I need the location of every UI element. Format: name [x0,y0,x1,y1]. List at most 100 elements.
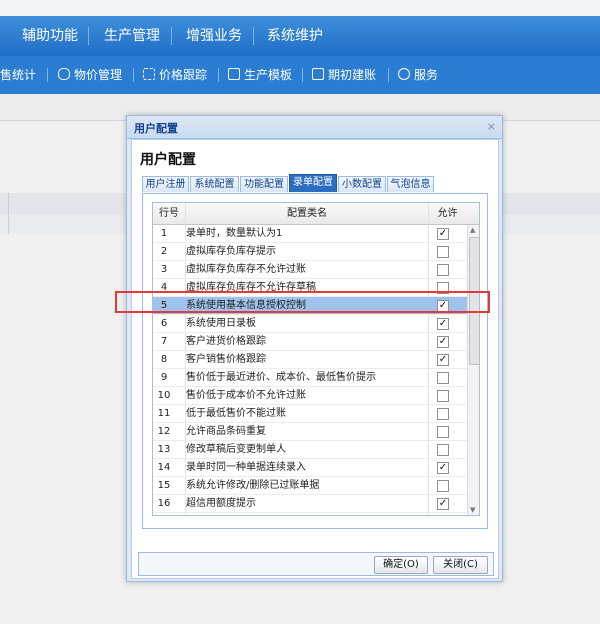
grid-header: 行号 配置类名 允许 [153,203,479,225]
row-number: 13 [157,444,171,455]
toolbar-price-mgmt[interactable]: 物价管理 [58,56,122,94]
table-row[interactable]: 1 录单时，数量默认为1 ✓ [153,225,467,243]
allow-checkbox[interactable] [437,372,449,384]
row-config-name: 客户进货价格跟踪 [186,336,266,347]
row-number: 8 [160,354,168,365]
allow-checkbox[interactable]: ✓ [437,498,449,510]
allow-checkbox[interactable] [437,480,449,492]
grid-rows: 1 录单时，数量默认为1 ✓ 2 虚拟库存负库存提示 3 虚拟库存负库存不允许过账 4 虚拟库存… [153,225,467,515]
table-row[interactable]: 8 客户销售价格跟踪 ✓ [153,351,467,369]
toolbar-service[interactable]: 服务 [398,56,438,94]
table-row[interactable]: 9 售价低于最近进价、成本价、最低售价提示 [153,369,467,387]
allow-checkbox-cell [429,405,459,422]
toolbar-label: 价格跟踪 [159,68,208,82]
grid-scrollbar[interactable]: ▲ ▼ [467,225,479,515]
annotation-highlight-box [115,291,490,313]
row-config-name: 售价低于最近进价、成本价、最低售价提示 [186,372,376,383]
toolbar-label: 售统计 [0,68,37,82]
allow-checkbox[interactable]: ✓ [437,228,449,240]
row-config-name: 虚拟库存负库存提示 [186,246,276,257]
table-row[interactable]: 14 录单时同一种单据连续录入 ✓ [153,459,467,477]
allow-checkbox-cell [429,261,459,278]
close-icon[interactable]: × [487,120,496,133]
allow-checkbox-cell: ✓ [429,225,459,242]
table-row[interactable]: 13 修改草稿后变更制单人 [153,441,467,459]
table-row[interactable]: 7 客户进货价格跟踪 ✓ [153,333,467,351]
toolbar-divider [218,68,219,82]
allow-checkbox[interactable] [437,264,449,276]
scroll-up-icon[interactable]: ▲ [470,226,475,234]
row-config-name: 低于最低售价不能过账 [186,408,286,419]
tab-decimal-config[interactable]: 小数配置 [338,176,386,192]
tab-bubble-info[interactable]: 气泡信息 [387,176,434,192]
allow-checkbox[interactable] [437,246,449,258]
table-row[interactable]: 11 低于最低售价不能过账 [153,405,467,423]
user-config-dialog: 用户配置 × 用户配置 用户注册 系统配置 功能配置 录单配置 小数配置 气泡信… [126,115,503,582]
allow-checkbox-cell [429,423,459,440]
row-number: 3 [160,264,168,275]
dialog-titlebar[interactable]: 用户配置 × [127,116,502,139]
allow-checkbox[interactable]: ✓ [437,336,449,348]
allow-checkbox-cell [429,477,459,494]
allow-checkbox-cell: ✓ [429,495,459,512]
ok-button[interactable]: 确定(O) [374,556,428,574]
allow-checkbox-cell: ✓ [429,315,459,332]
toolbar-sales-stats[interactable]: 售统计 [0,56,36,94]
table-row[interactable]: 3 虚拟库存负库存不允许过账 [153,261,467,279]
book-icon [312,68,324,80]
table-row[interactable]: 16 超信用额度提示 ✓ [153,495,467,513]
row-config-name: 客户销售价格跟踪 [186,354,266,365]
allow-checkbox[interactable] [437,426,449,438]
tab-user-register[interactable]: 用户注册 [142,176,189,192]
row-number: 7 [160,336,168,347]
dialog-title: 用户配置 [134,122,178,135]
column-header-allow[interactable]: 允许 [429,203,466,224]
table-row[interactable]: 17 超期应收款提示 ✓ [153,513,467,515]
toolbar-opening-account[interactable]: 期初建账 [312,56,376,94]
menu-assist[interactable]: 辅助功能 [22,16,78,56]
column-header-no[interactable]: 行号 [153,203,186,224]
row-config-name: 超信用额度提示 [186,498,256,509]
allow-checkbox-cell: ✓ [429,459,459,476]
tab-function-config[interactable]: 功能配置 [240,176,288,192]
scroll-down-icon[interactable]: ▼ [470,506,475,514]
menu-production[interactable]: 生产管理 [104,16,160,56]
table-row[interactable]: 2 虚拟库存负库存提示 [153,243,467,261]
allow-checkbox[interactable] [437,408,449,420]
row-config-name: 修改草稿后变更制单人 [186,444,286,455]
tab-system-config[interactable]: 系统配置 [190,176,239,192]
row-config-name: 系统使用日录板 [186,318,256,329]
row-number: 1 [160,228,168,239]
allow-checkbox[interactable]: ✓ [437,462,449,474]
close-button[interactable]: 关闭(C) [433,556,488,574]
allow-checkbox[interactable]: ✓ [437,354,449,366]
column-header-name[interactable]: 配置类名 [186,203,429,224]
row-number: 10 [157,390,171,401]
menu-divider [171,27,172,45]
row-number: 2 [160,246,168,257]
table-row[interactable]: 12 允许商品条码重复 [153,423,467,441]
row-number: 12 [157,426,171,437]
allow-checkbox-cell [429,369,459,386]
row-config-name: 录单时同一种单据连续录入 [186,462,306,473]
toolbar-price-track[interactable]: 价格跟踪 [143,56,207,94]
table-row[interactable]: 10 售价低于成本价不允许过账 [153,387,467,405]
dialog-body: 用户配置 用户注册 系统配置 功能配置 录单配置 小数配置 气泡信息 行号 配置… [131,139,499,579]
toolbar-prod-template[interactable]: 生产模板 [228,56,292,94]
main-menu: 辅助功能 生产管理 增强业务 系统维护 [0,16,600,56]
menu-enhanced[interactable]: 增强业务 [186,16,242,56]
toolbar-divider [388,68,389,82]
menu-system[interactable]: 系统维护 [267,16,323,56]
row-number: 15 [157,480,171,491]
sub-toolbar: 售统计 物价管理 价格跟踪 生产模板 期初建账 服务 [0,56,600,94]
tab-entry-config[interactable]: 录单配置 [289,174,337,192]
table-row[interactable]: 6 系统使用日录板 ✓ [153,315,467,333]
allow-checkbox[interactable]: ✓ [437,318,449,330]
top-strip [0,0,600,16]
allow-checkbox[interactable] [437,444,449,456]
toolbar-divider [47,68,48,82]
allow-checkbox-cell: ✓ [429,513,459,515]
allow-checkbox[interactable] [437,390,449,402]
row-number: 9 [160,372,168,383]
table-row[interactable]: 15 系统允许修改/删除已过账单据 [153,477,467,495]
